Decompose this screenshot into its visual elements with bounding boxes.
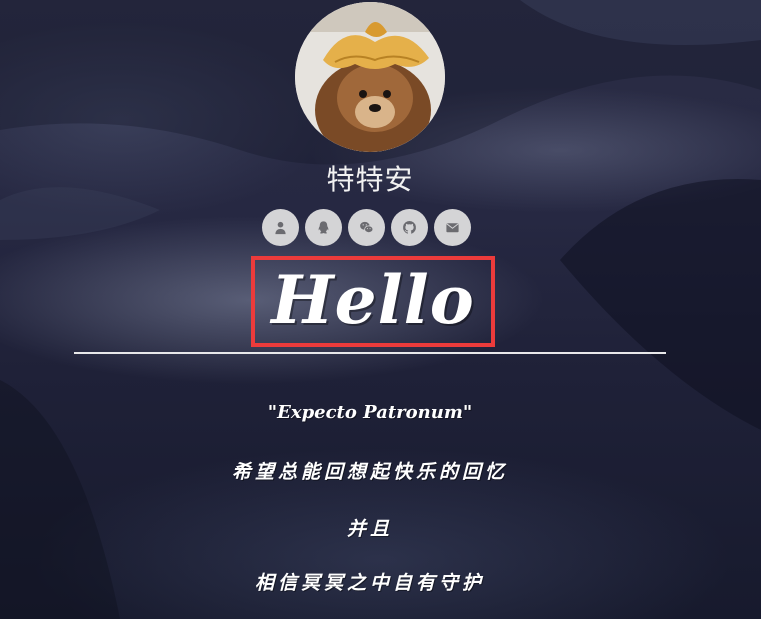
- github-icon: [403, 220, 416, 234]
- profile-name: 特特安: [326, 163, 414, 196]
- github-link-button[interactable]: [391, 209, 428, 246]
- qq-icon: [318, 221, 329, 234]
- qq-link-button[interactable]: [305, 209, 342, 246]
- user-icon: [275, 221, 286, 235]
- wechat-link-button[interactable]: [348, 209, 385, 246]
- hello-heading: Hello: [271, 261, 475, 339]
- divider: [74, 352, 666, 354]
- dog-photo: [295, 2, 445, 152]
- quote-line-1: "Expecto Patronum": [267, 402, 473, 423]
- quote-line-2: 希望总能回想起快乐的回忆: [231, 461, 508, 483]
- mail-link-button[interactable]: [434, 209, 471, 246]
- wechat-icon: [360, 221, 374, 233]
- mail-icon: [446, 223, 459, 233]
- profile-link-button[interactable]: [262, 209, 299, 246]
- social-links: [262, 209, 471, 246]
- quote-line-4: 相信冥冥之中自有守护: [254, 572, 485, 594]
- quote-line-3: 并且: [346, 518, 393, 540]
- avatar[interactable]: [295, 2, 445, 152]
